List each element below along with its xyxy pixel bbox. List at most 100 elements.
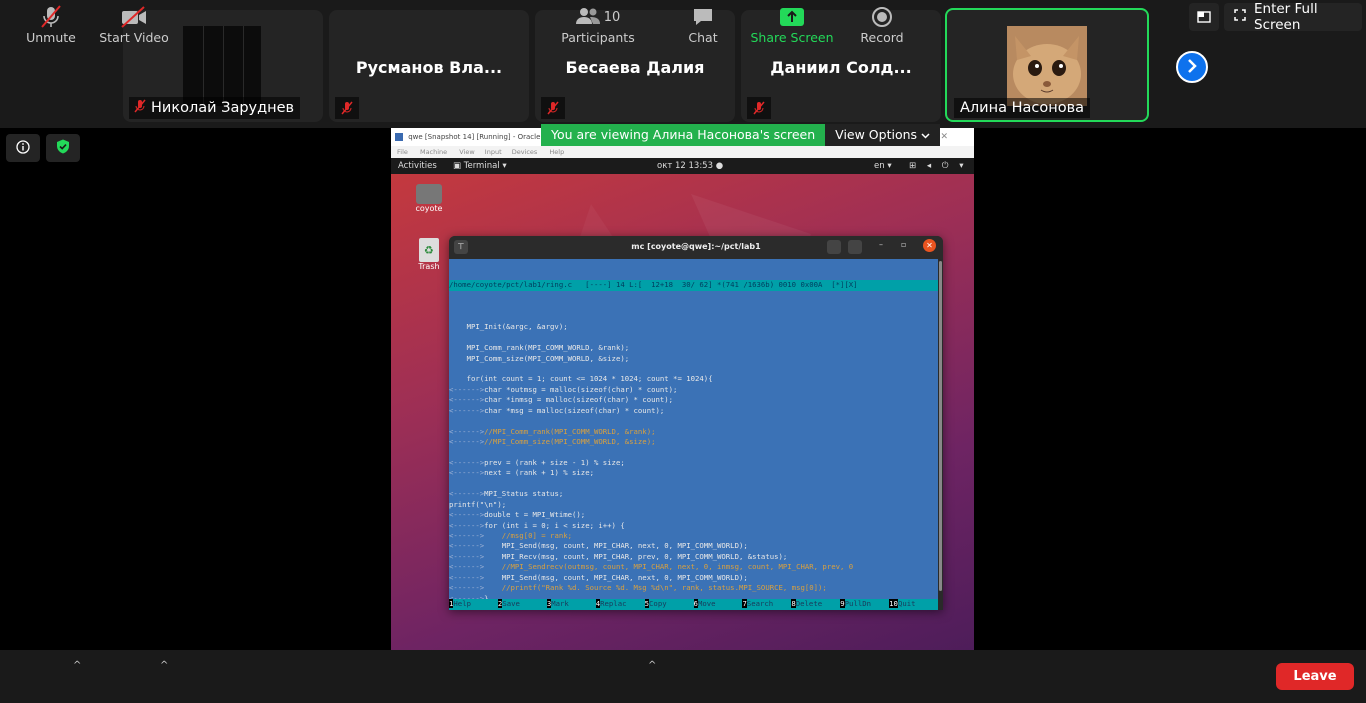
share-screen-button[interactable]: Share Screen — [748, 4, 836, 45]
viewing-screen-label: You are viewing Алина Насонова's screen — [541, 124, 826, 146]
fkey-copy[interactable]: 5Copy — [644, 599, 694, 610]
code-line: for(int count = 1; count <= 1024 * 1024;… — [449, 374, 713, 384]
trash-icon: ♻ — [419, 238, 439, 262]
info-icon — [16, 139, 30, 158]
participant-name-label: Алина Насонова — [954, 98, 1091, 118]
muted-mic-icon — [20, 4, 82, 30]
leave-button[interactable]: Leave — [1276, 663, 1354, 690]
chevron-right-icon — [1186, 58, 1198, 77]
participant-name: Даниил Солд... — [770, 58, 912, 77]
code-line: <------>double t = MPI_Wtime(); — [449, 510, 586, 520]
fkey-quit[interactable]: 10Quit — [889, 599, 938, 610]
terminal-window[interactable]: ⊤ mc [coyote@qwe]:~/pct/lab1 – ▫ ✕ /home… — [449, 236, 943, 610]
fkey-delete[interactable]: 8Delete — [791, 599, 840, 610]
terminal-scrollbar[interactable] — [938, 259, 943, 610]
enter-full-screen-button[interactable]: Enter Full Screen — [1224, 1, 1362, 33]
vm-menubar: File Machine View Input Devices Help — [391, 146, 974, 158]
code-line: <------>prev = (rank + size - 1) % size; — [449, 457, 625, 467]
fkey-replac[interactable]: 4Replac — [595, 599, 645, 610]
code-line: <------> //msg[0] = rank; — [449, 531, 573, 540]
home-folder-icon — [416, 184, 442, 204]
code-line: <------> MPI_Send(msg, count, MPI_CHAR, … — [449, 541, 748, 551]
code-line: <------> MPI_Send(msg, count, MPI_CHAR, … — [449, 572, 748, 582]
fkey-help[interactable]: 1Help — [449, 599, 498, 610]
meeting-toolbar — [0, 650, 1366, 703]
layout-icon — [1197, 8, 1211, 27]
participant-name: Русманов Вла... — [355, 58, 503, 77]
fkey-save[interactable]: 2Save — [497, 599, 547, 610]
desktop-icon-trash[interactable]: ♻ Trash — [415, 238, 443, 271]
clock[interactable]: окт 12 13:53 ● — [657, 158, 723, 174]
menu-devices[interactable]: Devices — [512, 148, 538, 156]
system-tray-icons[interactable]: ⊞ ◂ ⏻ ▾ — [909, 158, 968, 174]
participant-name-label: Николай Заруднев — [129, 97, 301, 119]
audio-options-caret[interactable]: ^ — [73, 660, 81, 671]
function-keys-bar: 1Help 2Save 3Mark 4Replac 5Copy 6Move 7Search 8… — [449, 599, 938, 610]
maximize-icon[interactable]: ▫ — [901, 240, 906, 249]
code-line: <------>next = (rank + 1) % size; — [449, 468, 594, 478]
participant-video — [1007, 26, 1087, 106]
chat-icon — [680, 4, 726, 30]
participant-name: Бесаева Далия — [565, 58, 705, 77]
muted-mic-icon — [133, 99, 147, 117]
code-line: MPI_Init(&argc, &argv); — [449, 322, 568, 332]
minimize-icon[interactable]: – — [879, 240, 883, 249]
activities-button[interactable]: Activities — [398, 158, 437, 174]
language-indicator[interactable]: en ▾ — [874, 158, 892, 174]
fkey-mark[interactable]: 3Mark — [546, 599, 596, 610]
code-area[interactable]: MPI_Init(&argc, &argv); MPI_Comm_rank(MP… — [449, 312, 938, 610]
menu-help[interactable]: Help — [549, 148, 564, 156]
code-line: MPI_Comm_size(MPI_COMM_WORLD, &size); — [449, 353, 630, 363]
participants-button[interactable]: 10 Participants — [560, 4, 636, 45]
menu-input[interactable]: Input — [485, 148, 502, 156]
video-options-caret[interactable]: ^ — [160, 660, 168, 671]
view-options-button[interactable]: View Options — [825, 124, 941, 146]
participants-count: 10 — [603, 9, 621, 25]
code-line: <------>char *outmsg = malloc(sizeof(cha… — [449, 384, 678, 394]
participant-tile-active-speaker[interactable]: Алина Насонова — [945, 8, 1149, 122]
unmute-button[interactable]: Unmute — [20, 4, 82, 45]
menu-machine[interactable]: Machine — [420, 148, 447, 156]
menu-file[interactable]: File — [397, 148, 408, 156]
code-line: MPI_Comm_rank(MPI_COMM_WORLD, &rank); — [449, 343, 630, 353]
code-line: <------>char *inmsg = malloc(sizeof(char… — [449, 395, 674, 405]
screen-share-banner: You are viewing Алина Насонова's screen … — [541, 124, 941, 146]
shield-check-icon — [56, 139, 70, 158]
record-button[interactable]: Record — [856, 4, 908, 45]
search-icon[interactable] — [827, 240, 841, 254]
fullscreen-icon — [1234, 9, 1246, 25]
fkey-search[interactable]: 7Search — [742, 599, 791, 610]
fkey-move[interactable]: 6Move — [693, 599, 743, 610]
chat-button[interactable]: Chat — [680, 4, 726, 45]
chevron-down-icon — [921, 124, 930, 146]
terminal-app-menu[interactable]: ▣ Terminal ▾ — [453, 158, 507, 174]
mc-editor[interactable]: /home/coyote/pct/lab1/ring.c [----] 14 L… — [449, 259, 938, 610]
hamburger-menu-icon[interactable] — [848, 240, 862, 254]
editor-status-line: /home/coyote/pct/lab1/ring.c [----] 14 L… — [449, 279, 938, 291]
desktop-icon-home[interactable]: coyote — [415, 184, 443, 213]
encryption-button[interactable] — [46, 134, 80, 162]
participants-options-caret[interactable]: ^ — [648, 660, 656, 671]
code-line: <------>//MPI_Comm_size(MPI_COMM_WORLD, … — [449, 437, 656, 447]
code-line: <------>char *msg = malloc(sizeof(char) … — [449, 405, 665, 415]
participant-tile[interactable]: Русманов Вла... — [329, 10, 529, 122]
code-line: printf("\n"); — [449, 499, 507, 509]
participant-video — [183, 26, 261, 106]
muted-mic-icon — [335, 97, 359, 119]
view-layout-button[interactable] — [1189, 3, 1219, 31]
share-screen-icon — [748, 4, 836, 30]
code-line: <------> //MPI_Sendrecv(outmsg, count, M… — [449, 562, 854, 572]
participants-icon — [575, 7, 600, 28]
fkey-pulldn[interactable]: 9PullDn — [840, 599, 889, 610]
meeting-info-button[interactable] — [6, 134, 40, 162]
next-page-button[interactable] — [1176, 51, 1208, 83]
close-icon[interactable]: ✕ — [923, 239, 936, 252]
gnome-top-bar: Activities ▣ Terminal ▾ окт 12 13:53 ● e… — [391, 158, 974, 174]
record-icon — [856, 4, 908, 30]
start-video-button[interactable]: Start Video — [96, 4, 172, 45]
menu-view[interactable]: View — [459, 148, 474, 156]
